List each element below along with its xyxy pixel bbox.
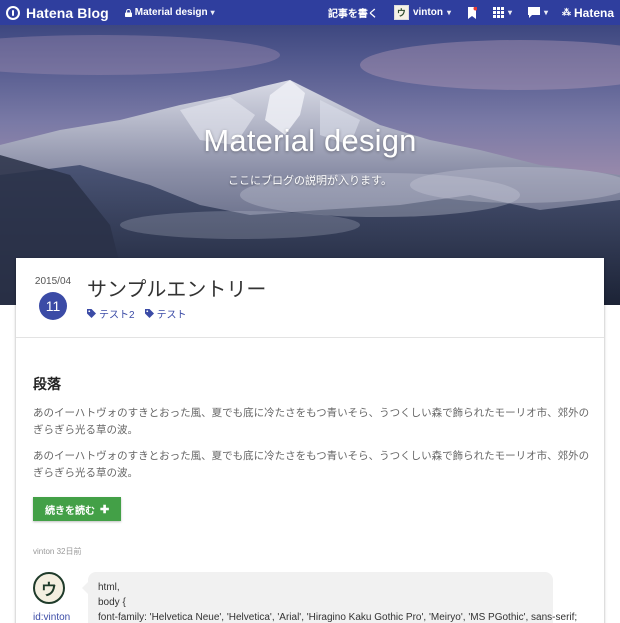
entry-author-meta: vinton 32日前 xyxy=(33,547,82,556)
user-menu[interactable]: ウ vinton ▾ xyxy=(386,0,459,25)
global-header-right: 記事を書く ウ vinton ▾ ▾ ▾ ⁂ Hatena xyxy=(320,0,620,25)
comment-text-line: html, xyxy=(98,582,120,593)
comment-text-line: body { xyxy=(98,597,126,608)
brand-name[interactable]: Hatena Blog xyxy=(26,5,109,21)
apps-menu-button[interactable]: ▾ xyxy=(485,0,520,25)
entry-date[interactable]: 2015/04 11 xyxy=(33,276,73,320)
notification-button[interactable] xyxy=(459,0,485,25)
grid-icon xyxy=(492,7,504,18)
chevron-down-icon: ▾ xyxy=(210,8,215,17)
lock-icon xyxy=(124,8,132,17)
plus-icon: ✚ xyxy=(100,503,110,516)
blog-selector-label: Material design xyxy=(134,7,208,18)
tag-label: テスト2 xyxy=(99,310,135,321)
read-more-button[interactable]: 続きを読む ✚ xyxy=(33,497,122,521)
entry-paragraph: あのイーハトヴォのすきとおった風、夏でも底に冷たさをもつ青いそら、うつくしい森で… xyxy=(33,407,590,436)
hatena-blog-logo-icon[interactable] xyxy=(6,5,20,20)
bookmark-icon xyxy=(467,6,477,19)
tag-link[interactable]: テスト2 xyxy=(87,306,135,321)
blog-title[interactable]: Material design xyxy=(0,123,620,159)
entry-date-day: 11 xyxy=(39,292,67,320)
entry-title[interactable]: サンプルエントリー xyxy=(87,273,266,302)
comment-bubble: html, body { font-family: 'Helvetica Neu… xyxy=(82,572,578,623)
write-entry-label: 記事を書く xyxy=(327,9,378,20)
chevron-down-icon: ▾ xyxy=(446,8,451,17)
global-header: Hatena Blog Material design ▾ 記事を書く ウ vi… xyxy=(0,0,620,25)
tag-link[interactable]: テスト xyxy=(144,306,187,321)
user-avatar: ウ xyxy=(393,5,409,20)
section-heading: 段落 xyxy=(33,376,61,392)
global-header-left: Hatena Blog Material design ▾ xyxy=(0,5,215,21)
username-label: vinton xyxy=(412,7,443,18)
comment-text-line: font-family: 'Helvetica Neue', 'Helvetic… xyxy=(98,612,578,623)
chat-bubble-icon xyxy=(527,7,540,18)
entry-body: 段落 あのイーハトヴォのすきとおった風、夏でも底に冷たさをもつ青いそら、うつくし… xyxy=(33,374,593,521)
blog-description: ここにブログの説明が入ります。 xyxy=(228,175,392,187)
hatena-link[interactable]: ⁂ Hatena xyxy=(556,6,620,20)
entry-card: 2015/04 11 サンプルエントリー テスト2 テスト 段落 あのイーハトヴ… xyxy=(16,258,604,623)
write-entry-link[interactable]: 記事を書く xyxy=(320,0,386,25)
commenter-avatar[interactable]: ウ xyxy=(33,572,65,604)
tag-label: テスト xyxy=(156,310,187,321)
entry-tags: テスト2 テスト xyxy=(87,306,187,321)
commenter-id[interactable]: id:vinton xyxy=(33,612,70,623)
hatena-mark-icon: ⁂ xyxy=(561,7,571,17)
chevron-down-icon: ▾ xyxy=(507,8,512,17)
messages-menu-button[interactable]: ▾ xyxy=(520,0,556,25)
tag-icon xyxy=(87,309,96,318)
read-more-label: 続きを読む xyxy=(45,505,95,517)
entry-header: 2015/04 11 サンプルエントリー テスト2 テスト xyxy=(16,258,604,338)
entry-paragraph: あのイーハトヴォのすきとおった風、夏でも底に冷たさをもつ青いそら、うつくしい森で… xyxy=(33,450,590,479)
blog-selector[interactable]: Material design ▾ xyxy=(124,7,215,18)
tag-icon xyxy=(144,309,154,318)
hatena-label: Hatena xyxy=(573,5,614,20)
entry-date-year-month: 2015/04 xyxy=(34,276,72,287)
chevron-down-icon: ▾ xyxy=(543,8,548,17)
